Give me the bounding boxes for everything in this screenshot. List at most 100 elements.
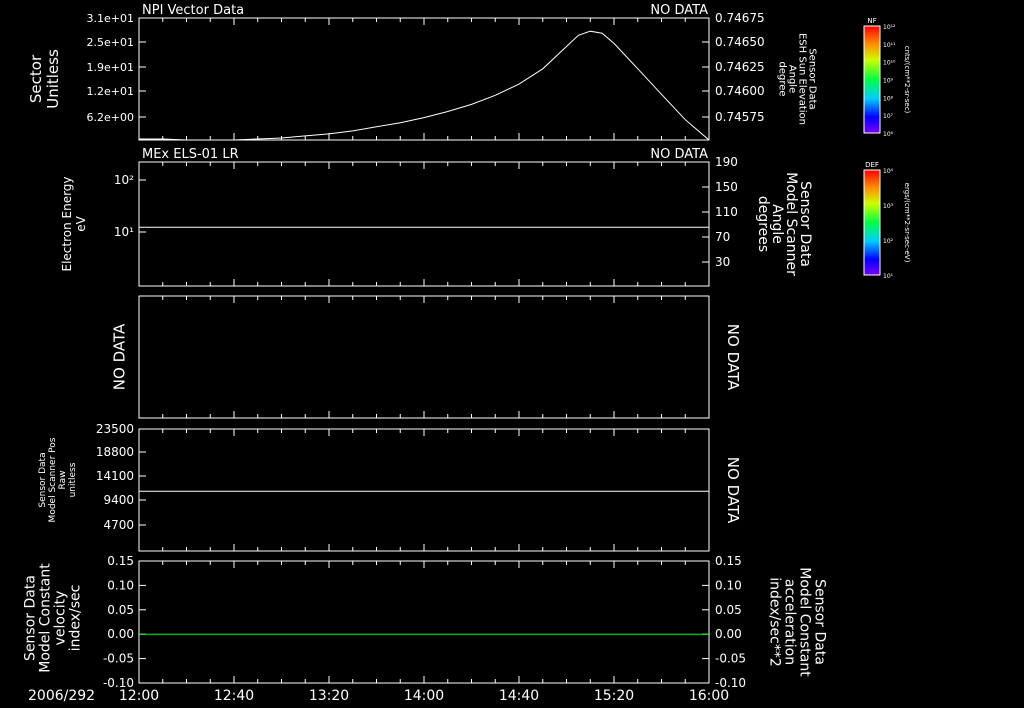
left-axis-label-5-line: Sensor Data — [22, 575, 38, 661]
right-tick-label: 0.74600 — [715, 84, 765, 98]
panel-frame-4 — [138, 428, 710, 552]
left-tick-label: 2.5e+01 — [87, 36, 134, 49]
left-tick-label: -0.05 — [103, 652, 134, 666]
panel-frame-3 — [138, 295, 710, 419]
time-tick-label: 12:40 — [214, 688, 254, 704]
colorbar-def-tick-label: 10¹ — [883, 273, 894, 280]
left-axis-label-1-line: Sector — [27, 54, 45, 103]
right-tick-label: 70 — [715, 230, 730, 244]
colorbar-nf-tick-label: 10⁹ — [883, 78, 894, 85]
left-axis-label-4: Sensor Data Model Scanner Pos Raw unitless — [38, 437, 78, 522]
colorbar-nf-unit-text: cnts/(cm**2-sr-sec) — [903, 46, 911, 114]
right-axis-label-5-line: Model Constant — [797, 567, 813, 677]
left-axis-label-1: Sector Unitless — [27, 49, 62, 109]
left-axis-label-2-line: eV — [74, 215, 88, 231]
left-tick-label: 18800 — [96, 445, 134, 459]
left-axis-label-2-line: Electron Energy — [60, 176, 74, 271]
left-axis-label-4-line: unitless — [68, 462, 78, 497]
colorbar-def-tick-label: 10⁴ — [883, 168, 894, 175]
colorbar-nf-title: NF — [867, 17, 876, 25]
left-axis-label-3: NO DATA — [110, 323, 128, 390]
colorbar-nf-unit: cnts/(cm**2-sr-sec) — [903, 46, 911, 114]
colorbar-nf — [863, 25, 881, 134]
right-tick-label: 150 — [715, 180, 738, 194]
left-tick-label: 3.1e+01 — [87, 12, 134, 25]
right-axis-label-4-line: NO DATA — [724, 457, 742, 524]
right-axis-label-5: Sensor DataModel Constantaccelerationind… — [767, 567, 828, 677]
panel-title-right: NO DATA — [650, 3, 708, 18]
time-tick-label: 14:00 — [404, 688, 444, 704]
left-axis-label-5-line: index/sec — [67, 585, 83, 652]
left-tick-label: 0.15 — [107, 554, 134, 568]
left-tick-label: 1.2e+01 — [87, 85, 134, 98]
colorbar-nf-tick-label: 10¹¹ — [883, 42, 896, 49]
colorbar-def — [863, 169, 881, 276]
left-axis-label-3-line: NO DATA — [110, 323, 128, 390]
panel-title-right: NO DATA — [650, 147, 708, 162]
left-axis-label-4-line: Model Scanner Pos — [48, 437, 58, 522]
panel-frame-5 — [138, 560, 710, 684]
left-tick-label: 0.05 — [107, 603, 134, 617]
right-tick-label: 0.10 — [715, 578, 742, 592]
left-tick-label: 10² — [114, 173, 134, 187]
left-tick-label: 23500 — [96, 422, 134, 436]
left-tick-label: 1.9e+01 — [87, 61, 134, 74]
left-tick-label: 0.00 — [107, 627, 134, 641]
colorbar-def-title: DEF — [865, 161, 879, 169]
colorbar-nf-tick-label: 10¹² — [883, 24, 896, 31]
colorbar-def-unit-text: ergs/(cm**2-sr-sec-eV) — [903, 183, 911, 263]
left-axis-label-5-line: velocity — [52, 591, 68, 646]
right-axis-label-3-line: NO DATA — [724, 324, 742, 391]
left-tick-label: 6.2e+00 — [87, 111, 134, 124]
left-tick-label: 9400 — [103, 493, 134, 507]
panel-frame-1 — [138, 17, 710, 141]
colorbar-nf-tick-label: 10⁸ — [883, 95, 894, 102]
right-tick-label: 0.74650 — [715, 35, 765, 49]
right-axis-label-5-line: Sensor Data — [812, 579, 828, 665]
right-tick-label: 0.00 — [715, 627, 742, 641]
right-axis-label-1-line: degree — [777, 61, 788, 96]
left-axis-label-5: Sensor Data Model Constant velocity index/s… — [22, 563, 83, 673]
right-tick-label: -0.05 — [715, 652, 746, 666]
right-tick-label: 0.74675 — [715, 11, 765, 25]
summary-plot: NPI Vector Data NO DATA MEx ELS-01 LR NO DA… — [22, 3, 911, 704]
colorbar-nf-tick-label: 10⁷ — [883, 113, 894, 120]
time-tick-label: 14:40 — [499, 688, 539, 704]
left-axis-label-5-line: Model Constant — [37, 563, 53, 673]
left-axis-label-1-line: Unitless — [44, 49, 62, 109]
right-tick-label: 0.74625 — [715, 60, 765, 74]
right-tick-label: 190 — [715, 155, 738, 169]
date-label: 2006/292 — [28, 688, 95, 704]
series-line-panel1 — [139, 30, 710, 141]
right-axis-label-2: Sensor DataModel ScannerAngledegrees — [755, 172, 813, 276]
left-axis-label-4-line: Sensor Data — [38, 452, 48, 507]
right-axis-label-5-line: acceleration — [782, 579, 798, 665]
left-axis-label-4-line: Raw — [58, 471, 68, 490]
left-tick-label: 4700 — [103, 518, 134, 532]
time-tick-label: 15:20 — [594, 688, 634, 704]
left-axis-label-2: Electron Energy eV — [60, 176, 88, 271]
right-tick-label: 0.05 — [715, 603, 742, 617]
right-tick-label: 0.74575 — [715, 110, 765, 124]
right-tick-label: 0.15 — [715, 554, 742, 568]
right-axis-label-5-line: index/sec**2 — [767, 577, 783, 667]
time-tick-label: 16:00 — [689, 688, 729, 704]
colorbar-def-tick-label: 10² — [883, 238, 894, 245]
right-axis-label-2-line: degrees — [755, 196, 771, 252]
time-tick-label: 12:00 — [119, 688, 159, 704]
panel-title-left: NPI Vector Data — [142, 3, 244, 18]
colorbar-def-tick-label: 10³ — [883, 203, 894, 210]
right-tick-label: 110 — [715, 205, 738, 219]
left-tick-label: 14100 — [96, 469, 134, 483]
colorbar-nf-tick-label: 10⁶ — [883, 131, 894, 138]
left-tick-label: 0.10 — [107, 578, 134, 592]
time-tick-label: 13:20 — [309, 688, 349, 704]
right-tick-label: 30 — [715, 255, 730, 269]
right-axis-label-1: Sensor DataESH Sun ElevationAngledegree — [777, 33, 818, 125]
colorbar-nf-tick-label: 10¹⁰ — [883, 60, 896, 67]
right-axis-label-4: NO DATA — [724, 457, 742, 524]
left-tick-label: 10¹ — [114, 225, 134, 239]
panel-frame-2 — [138, 161, 710, 287]
panel-title-left: MEx ELS-01 LR — [142, 147, 239, 162]
right-axis-label-3: NO DATA — [724, 324, 742, 391]
